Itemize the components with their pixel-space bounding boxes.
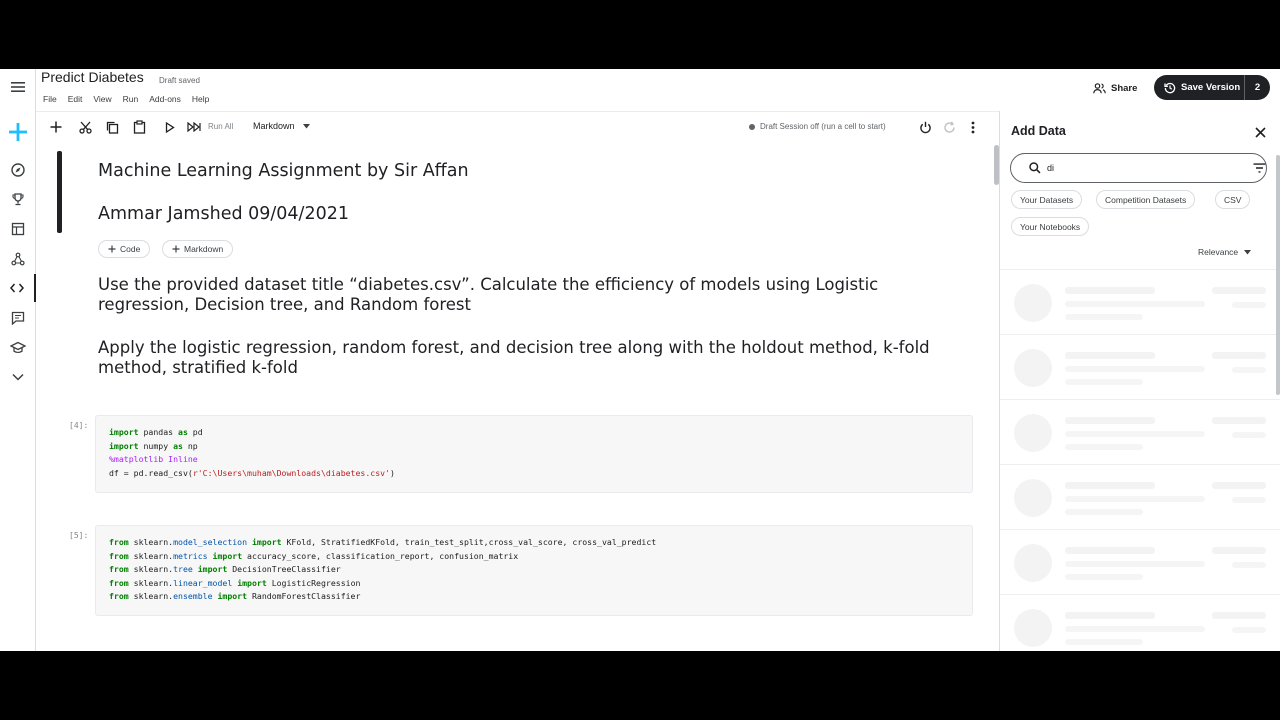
models-icon[interactable] [0, 245, 36, 273]
add-code-cell-button[interactable]: Code [98, 240, 151, 258]
create-plus-icon[interactable] [0, 118, 36, 146]
plus-icon [172, 245, 180, 253]
markdown-text-task: Use the provided dataset title “diabetes… [98, 275, 879, 314]
menu-run[interactable]: Run [123, 94, 139, 104]
cell-type-value: Markdown [253, 121, 295, 131]
sort-value: Relevance [1198, 247, 1239, 257]
add-data-panel: Add Data Your Datasets Competition Datas… [999, 111, 1280, 651]
chip-your-notebooks[interactable]: Your Notebooks [1011, 217, 1090, 236]
dataset-search-input[interactable] [1046, 163, 1207, 173]
paste-icon[interactable] [131, 118, 147, 136]
sort-dropdown[interactable]: Relevance [1198, 247, 1252, 257]
session-status: Draft Session off (run a cell to start) [749, 122, 886, 131]
chip-csv[interactable]: CSV [1215, 190, 1251, 209]
search-icon [1029, 162, 1041, 174]
menu-help[interactable]: Help [192, 94, 209, 104]
menu-bar: File Edit View Run Add-ons Help [43, 94, 220, 104]
close-icon[interactable] [1255, 125, 1266, 143]
chevron-down-icon[interactable] [0, 363, 36, 391]
discussion-icon[interactable] [0, 304, 36, 332]
share-button[interactable]: Share [1087, 77, 1143, 99]
cut-icon[interactable] [77, 118, 93, 136]
add-cell-icon[interactable] [48, 118, 64, 136]
compass-icon[interactable] [0, 156, 36, 184]
history-icon [1164, 82, 1176, 93]
restart-icon[interactable] [941, 118, 957, 136]
loading-result-placeholder [1000, 334, 1280, 399]
menu-view[interactable]: View [93, 94, 111, 104]
learn-icon[interactable] [0, 334, 36, 362]
panel-scrollbar[interactable] [1276, 155, 1280, 395]
markdown-heading-2: Ammar Jamshed 09/04/2021 [98, 204, 349, 224]
caret-down-icon [302, 123, 310, 128]
caret-down-icon [1244, 249, 1252, 254]
menu-addons[interactable]: Add-ons [149, 94, 181, 104]
copy-icon[interactable] [104, 118, 120, 136]
save-version-button[interactable]: Save Version 2 [1154, 75, 1270, 100]
power-icon[interactable] [917, 118, 933, 136]
notebook-app: Predict Diabetes Draft saved File Edit V… [0, 69, 1280, 651]
plus-icon [108, 245, 116, 253]
people-icon [1093, 82, 1106, 93]
more-vert-icon[interactable] [965, 118, 981, 136]
code-cell-sklearn[interactable]: from sklearn.model_selection import KFol… [95, 525, 973, 616]
notebook-toolbar: Run All Markdown Draft Session off (run … [36, 111, 999, 141]
menu-edit[interactable]: Edit [68, 94, 83, 104]
loading-result-placeholder [1000, 269, 1280, 334]
chip-your-datasets[interactable]: Your Datasets [1011, 190, 1083, 209]
loading-result-placeholder [1000, 399, 1280, 464]
loading-result-placeholder [1000, 464, 1280, 529]
left-rail [0, 69, 36, 651]
code-icon[interactable] [0, 274, 36, 302]
add-code-label: Code [120, 244, 141, 254]
execution-count: [5]: [69, 531, 89, 540]
share-label: Share [1111, 82, 1138, 94]
draft-status: Draft saved [159, 76, 200, 85]
run-all-label[interactable]: Run All [208, 122, 233, 131]
execution-count: [4]: [69, 421, 89, 430]
chip-competition-datasets[interactable]: Competition Datasets [1096, 190, 1196, 209]
loading-result-placeholder [1000, 594, 1280, 651]
filter-icon[interactable] [1253, 163, 1266, 173]
add-markdown-label: Markdown [184, 244, 224, 254]
markdown-text-methods: Apply the logistic regression, random fo… [98, 338, 930, 377]
menu-file[interactable]: File [43, 94, 57, 104]
notebook-title[interactable]: Predict Diabetes [41, 69, 144, 85]
version-count[interactable]: 2 [1244, 75, 1270, 100]
save-version-label: Save Version [1181, 82, 1241, 93]
run-cell-icon[interactable] [163, 118, 177, 136]
loading-result-placeholder [1000, 529, 1280, 594]
dataset-search-box[interactable] [1010, 153, 1267, 183]
table-icon[interactable] [0, 215, 36, 243]
notebook-body: Machine Learning Assignment by Sir Affan… [36, 141, 999, 651]
markdown-heading-1: Machine Learning Assignment by Sir Affan [98, 161, 469, 181]
panel-title: Add Data [1011, 124, 1066, 138]
hamburger-menu-icon[interactable] [0, 73, 36, 101]
selected-cell-indicator [57, 151, 62, 233]
run-all-icon[interactable] [186, 118, 202, 136]
status-dot [749, 123, 755, 130]
cell-type-dropdown[interactable]: Markdown [253, 121, 310, 131]
session-status-text: Draft Session off (run a cell to start) [760, 122, 886, 131]
add-markdown-cell-button[interactable]: Markdown [162, 240, 234, 258]
trophy-icon[interactable] [0, 185, 36, 213]
code-cell-imports[interactable]: import pandas as pd import numpy as np %… [95, 415, 973, 493]
